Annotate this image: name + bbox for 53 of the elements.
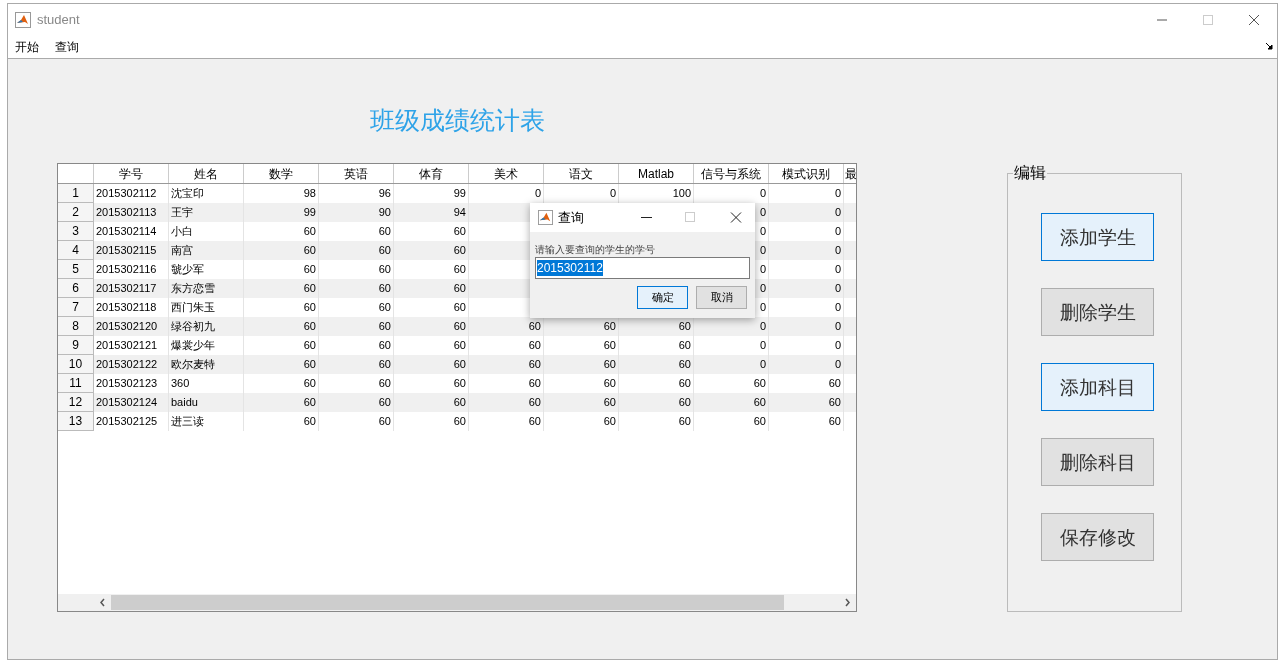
row-number: 11 [58, 374, 94, 393]
input-field[interactable]: 2015302112 [535, 257, 750, 279]
column-header[interactable]: Matlab [619, 164, 694, 183]
dialog-icon [538, 210, 553, 225]
dialog-title: 查询 [558, 208, 584, 227]
panel-button[interactable]: 添加科目 [1041, 363, 1154, 411]
column-header[interactable]: 信号与系统 [694, 164, 769, 183]
page-heading: 班级成绩统计表 [369, 105, 545, 136]
row-number: 3 [58, 222, 94, 241]
column-header[interactable]: 数学 [244, 164, 319, 183]
panel-button[interactable]: 删除学生 [1041, 288, 1154, 336]
row-number: 13 [58, 412, 94, 431]
row-number: 7 [58, 298, 94, 317]
menu-item[interactable]: 开始 [15, 37, 39, 56]
app-icon [15, 11, 31, 28]
column-header[interactable]: 英语 [319, 164, 394, 183]
table-cell: 60 [769, 412, 844, 431]
table-cell: 60 [244, 412, 319, 431]
row-number: 1 [58, 184, 94, 203]
scrollbar-thumb[interactable] [111, 595, 784, 610]
row-number: 5 [58, 260, 94, 279]
column-header[interactable]: 最 [844, 164, 856, 183]
dialog-button[interactable]: 取消 [696, 286, 747, 309]
column-header[interactable]: 模式识别 [769, 164, 844, 183]
window-title: student [37, 10, 80, 29]
panel-button[interactable]: 添加学生 [1041, 213, 1154, 261]
column-header[interactable]: 姓名 [169, 164, 244, 183]
panel-title: 编辑 [1013, 163, 1047, 183]
row-number: 9 [58, 336, 94, 355]
panel-button[interactable]: 保存修改 [1041, 513, 1154, 561]
column-header[interactable]: 学号 [94, 164, 169, 183]
table-cell: 60 [619, 412, 694, 431]
table-cell: 进三读 [169, 412, 244, 431]
table-cell: 2015302125 [94, 412, 169, 431]
row-number: 2 [58, 203, 94, 222]
table-cell: 60 [394, 412, 469, 431]
table-cell: 60 [694, 412, 769, 431]
dialog-button[interactable]: 确定 [637, 286, 688, 309]
table-cell: 60 [469, 412, 544, 431]
row-number: 8 [58, 317, 94, 336]
arrow-icon[interactable] [1266, 43, 1273, 50]
table-cell: 60 [544, 412, 619, 431]
column-header[interactable]: 体育 [394, 164, 469, 183]
row-number: 4 [58, 241, 94, 260]
row-number: 12 [58, 393, 94, 412]
row-number: 6 [58, 279, 94, 298]
prompt-label: 请输入要查询的学生的学号 [535, 243, 656, 257]
column-header[interactable]: 语文 [544, 164, 619, 183]
menu-item[interactable]: 查询 [55, 37, 79, 56]
row-number: 10 [58, 355, 94, 374]
table-cell: 60 [319, 412, 394, 431]
panel-button[interactable]: 删除科目 [1041, 438, 1154, 486]
column-header[interactable]: 美术 [469, 164, 544, 183]
